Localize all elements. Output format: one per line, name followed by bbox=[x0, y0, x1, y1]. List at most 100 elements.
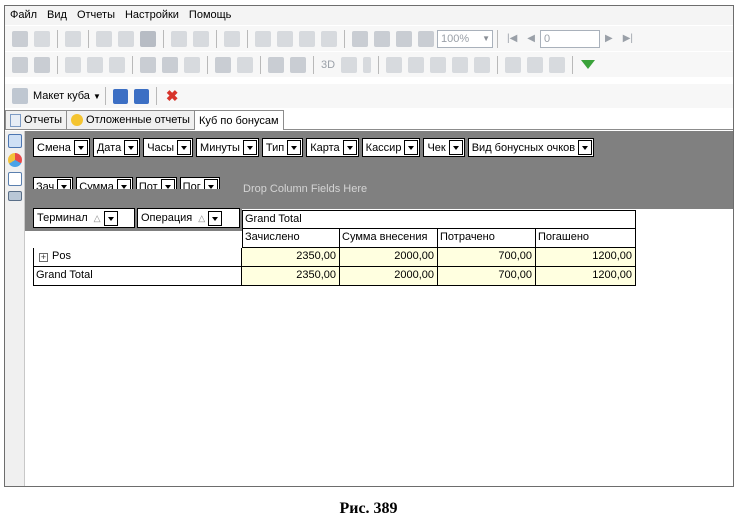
menu-help[interactable]: Помощь bbox=[186, 6, 239, 25]
tab-reports[interactable]: Отчеты bbox=[5, 110, 68, 129]
grid-icon[interactable] bbox=[452, 56, 469, 73]
chevron-down-icon[interactable] bbox=[208, 210, 223, 226]
cube-layout-dropdown[interactable]: Макет куба ▼ bbox=[33, 90, 101, 102]
zoom-select[interactable]: 100% ▼ bbox=[437, 29, 493, 48]
copy-icon[interactable] bbox=[277, 30, 293, 47]
previous-page-icon[interactable]: ◀ bbox=[527, 33, 535, 44]
filter-field-hours[interactable]: Часы bbox=[143, 138, 194, 157]
document-icon[interactable] bbox=[7, 134, 22, 148]
row-fields-area: Терминал △ Операция △ bbox=[25, 189, 242, 231]
filter-field-type[interactable]: Тип bbox=[261, 138, 304, 157]
row-field-terminal[interactable]: Терминал △ bbox=[33, 208, 135, 228]
filter-field-card[interactable]: Карта bbox=[306, 138, 359, 157]
search-icon[interactable] bbox=[321, 30, 337, 47]
filter-field-bonus-type[interactable]: Вид бонусных очков bbox=[467, 138, 595, 157]
tab-deferred-reports[interactable]: Отложенные отчеты bbox=[66, 110, 195, 129]
export-icon[interactable] bbox=[171, 30, 187, 47]
print-preview-icon[interactable] bbox=[65, 30, 81, 47]
filter-field-shift[interactable]: Смена bbox=[33, 138, 90, 157]
tab-bonus-cube[interactable]: Куб по бонусам bbox=[193, 110, 284, 130]
columns-icon[interactable] bbox=[474, 56, 491, 73]
expand-icon[interactable]: + bbox=[39, 253, 48, 262]
row-field-operation[interactable]: Операция △ bbox=[137, 208, 240, 228]
layout-icon[interactable] bbox=[12, 56, 28, 73]
chart-icon[interactable] bbox=[162, 56, 178, 73]
two-pages-icon[interactable] bbox=[374, 30, 390, 47]
chevron-down-icon[interactable] bbox=[73, 140, 88, 155]
report-icon[interactable] bbox=[549, 56, 566, 73]
table-icon[interactable] bbox=[215, 56, 231, 73]
table-cell: 700,00 bbox=[438, 267, 536, 286]
table-cell: 1200,00 bbox=[536, 248, 636, 267]
separator bbox=[497, 29, 498, 48]
chevron-down-icon[interactable] bbox=[242, 140, 257, 155]
zoom-out-icon[interactable] bbox=[527, 56, 544, 73]
print-icon[interactable] bbox=[290, 56, 306, 73]
glasses-icon[interactable] bbox=[87, 56, 103, 73]
column-header: Потрачено bbox=[438, 229, 536, 248]
separator bbox=[344, 29, 345, 48]
chevron-down-icon[interactable] bbox=[177, 140, 192, 155]
menu-reports[interactable]: Отчеты bbox=[74, 6, 122, 25]
field-label: Чек bbox=[427, 141, 446, 154]
watermark-icon[interactable] bbox=[299, 30, 315, 47]
save-icon[interactable] bbox=[112, 88, 128, 104]
cube-icon[interactable] bbox=[386, 56, 403, 73]
chevron-down-icon[interactable] bbox=[363, 56, 372, 73]
menu-settings[interactable]: Настройки bbox=[122, 6, 186, 25]
column-group-header: Grand Total bbox=[242, 210, 636, 229]
filter-field-minutes[interactable]: Минуты bbox=[196, 138, 259, 157]
zoom-in-icon[interactable] bbox=[505, 56, 522, 73]
filter-field-cashier[interactable]: Кассир bbox=[361, 138, 421, 157]
refresh-icon[interactable] bbox=[237, 56, 253, 73]
save-icon[interactable] bbox=[12, 30, 28, 47]
separator bbox=[163, 29, 164, 48]
report-icon[interactable] bbox=[7, 172, 22, 186]
dollar-icon[interactable] bbox=[109, 56, 125, 73]
close-icon[interactable] bbox=[34, 30, 50, 47]
shield-icon[interactable] bbox=[140, 30, 156, 47]
zoom-value: 100% bbox=[441, 32, 470, 45]
chevron-down-icon[interactable] bbox=[287, 140, 302, 155]
menu-file[interactable]: Файл bbox=[7, 6, 44, 25]
paint-icon[interactable] bbox=[255, 30, 271, 47]
windows-icon[interactable] bbox=[34, 56, 50, 73]
scissors-icon[interactable] bbox=[408, 56, 425, 73]
page-icon[interactable] bbox=[118, 30, 134, 47]
format-icon[interactable] bbox=[184, 56, 200, 73]
edit-icon[interactable] bbox=[224, 30, 240, 47]
chevron-down-icon[interactable] bbox=[124, 140, 139, 155]
3d-toggle[interactable]: 3D bbox=[321, 59, 335, 71]
filter-field-date[interactable]: Дата bbox=[92, 138, 141, 157]
import-icon[interactable] bbox=[193, 30, 209, 47]
filter-icon[interactable] bbox=[581, 60, 596, 69]
eraser-icon[interactable] bbox=[430, 56, 447, 73]
chevron-down-icon[interactable] bbox=[404, 140, 419, 155]
separator bbox=[260, 55, 261, 74]
chevron-down-icon[interactable] bbox=[578, 140, 593, 155]
menu-view[interactable]: Вид bbox=[44, 6, 74, 25]
open-icon[interactable] bbox=[96, 30, 112, 47]
chevron-down-icon[interactable] bbox=[342, 140, 357, 155]
next-page-icon[interactable]: ▶ bbox=[605, 33, 613, 44]
single-page-icon[interactable] bbox=[352, 30, 368, 47]
save-as-icon[interactable] bbox=[133, 88, 149, 104]
sum-icon[interactable] bbox=[140, 56, 156, 73]
bar-chart-icon[interactable] bbox=[341, 56, 358, 73]
filter-field-receipt[interactable]: Чек bbox=[423, 138, 465, 157]
pie-chart-icon[interactable] bbox=[7, 153, 22, 167]
export-icon[interactable] bbox=[268, 56, 284, 73]
link-icon[interactable] bbox=[65, 56, 81, 73]
last-page-icon[interactable]: ▶| bbox=[623, 33, 633, 44]
field-label: Кассир bbox=[365, 141, 402, 154]
delete-icon[interactable]: ✖ bbox=[166, 89, 179, 104]
sort-ascending-icon: △ bbox=[198, 212, 206, 223]
page-number-input[interactable]: 0 bbox=[540, 29, 600, 48]
table-icon[interactable] bbox=[7, 191, 22, 201]
chevron-down-icon[interactable] bbox=[448, 140, 463, 155]
first-page-icon[interactable]: |◀ bbox=[507, 33, 517, 44]
tab-label: Отчеты bbox=[24, 114, 63, 126]
chevron-down-icon[interactable] bbox=[103, 210, 118, 226]
grid-pages-icon[interactable] bbox=[418, 30, 434, 47]
multiple-pages-icon[interactable] bbox=[396, 30, 412, 47]
